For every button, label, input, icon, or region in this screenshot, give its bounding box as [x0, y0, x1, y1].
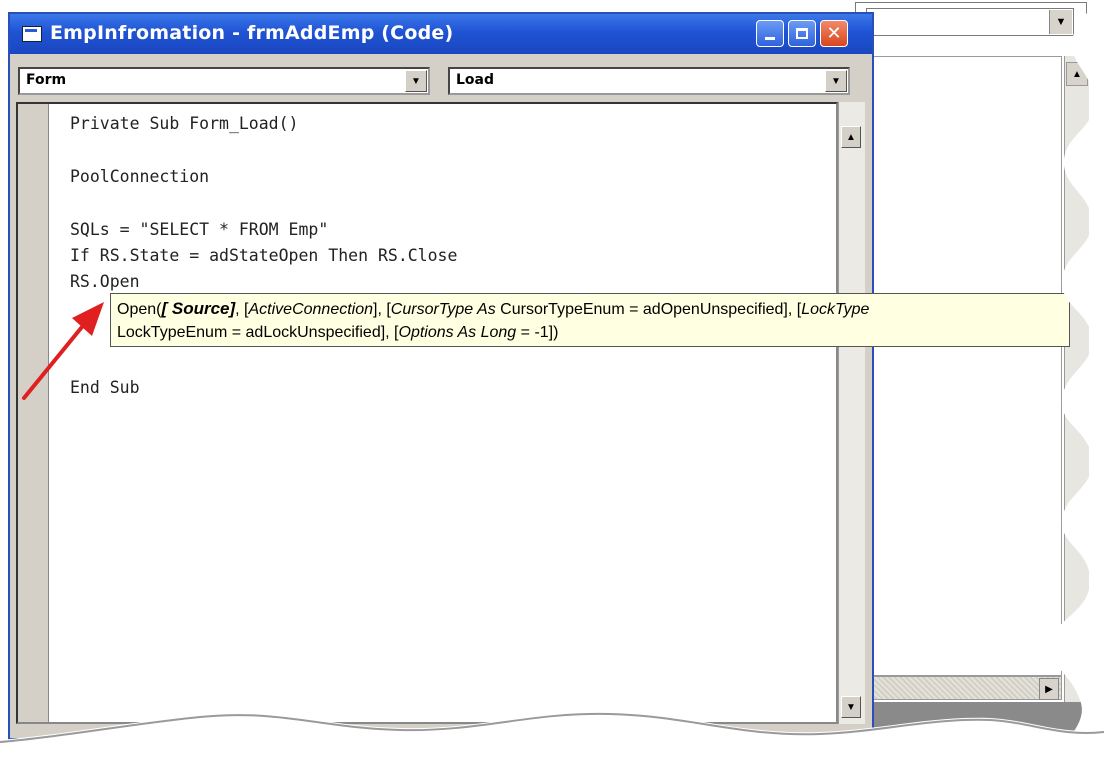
tooltip-param: CursorType As — [390, 301, 496, 318]
procedure-combo[interactable]: Load ▼ — [448, 67, 850, 95]
dropdown-arrow-icon[interactable]: ▼ — [405, 70, 427, 92]
combo-bar: Form ▼ Load ▼ — [10, 54, 872, 102]
minimize-icon — [765, 37, 775, 40]
minimize-button[interactable] — [756, 20, 784, 47]
object-combo-value: Form — [26, 72, 67, 88]
scroll-up-icon[interactable]: ▲ — [841, 126, 861, 148]
tooltip-line-1: Open([ Source], [ActiveConnection], [Cur… — [117, 297, 1069, 321]
tooltip-param: LockType — [801, 301, 870, 318]
code-line[interactable]: PoolConnection — [70, 167, 209, 186]
title-bar[interactable]: EmpInfromation - frmAddEmp (Code) ✕ — [10, 14, 872, 54]
code-line[interactable]: SQLs = "SELECT * FROM Emp" — [70, 220, 328, 239]
tooltip-line-2: LockTypeEnum = adLockUnspecified], [Opti… — [117, 321, 1069, 344]
tooltip-text: ], [ — [373, 301, 391, 318]
code-window: EmpInfromation - frmAddEmp (Code) ✕ Form… — [8, 12, 874, 740]
editor-margin[interactable] — [18, 104, 49, 722]
close-button[interactable]: ✕ — [820, 20, 848, 47]
code-line[interactable]: End Sub — [70, 378, 140, 397]
background-vertical-scrollbar[interactable]: ▲ — [1064, 56, 1089, 706]
background-pane — [866, 56, 1062, 676]
tooltip-text: , [ — [235, 301, 249, 318]
object-combo[interactable]: Form ▼ — [18, 67, 430, 95]
code-line[interactable]: If RS.State = adStateOpen Then RS.Close — [70, 246, 457, 265]
maximize-icon — [796, 28, 808, 39]
background-horizontal-scrollbar[interactable]: ▶ — [866, 676, 1062, 700]
maximize-button[interactable] — [788, 20, 816, 47]
dropdown-arrow-icon[interactable]: ▼ — [825, 70, 847, 92]
tooltip-param: ActiveConnection — [248, 301, 374, 318]
scroll-up-icon[interactable]: ▲ — [1066, 62, 1088, 86]
tooltip-text: CursorTypeEnum = adOpenUnspecified], [ — [495, 301, 802, 318]
background-combo[interactable]: ▼ — [866, 8, 1074, 36]
code-line[interactable]: RS.Open — [70, 272, 140, 291]
quick-info-tooltip: Open([ Source], [ActiveConnection], [Cur… — [110, 293, 1070, 347]
tooltip-text: = -1]) — [516, 324, 559, 341]
procedure-combo-value: Load — [456, 72, 495, 88]
code-editor[interactable]: Private Sub Form_Load() PoolConnection S… — [16, 102, 838, 724]
window-title: EmpInfromation - frmAddEmp (Code) — [50, 22, 454, 44]
scroll-down-icon[interactable]: ▼ — [841, 696, 861, 718]
scroll-right-icon[interactable]: ▶ — [1039, 678, 1059, 700]
dropdown-arrow-icon[interactable]: ▼ — [1049, 10, 1072, 34]
code-line[interactable]: Private Sub Form_Load() — [70, 114, 298, 133]
tooltip-current-param: [ Source] — [161, 299, 236, 318]
close-icon: ✕ — [826, 22, 842, 44]
window-icon[interactable] — [22, 26, 42, 42]
vertical-scrollbar[interactable]: ▲ ▼ — [838, 102, 865, 724]
tooltip-param: Options As Long — [398, 324, 517, 341]
background-gray-area — [870, 702, 1090, 732]
tooltip-text: LockTypeEnum = adLockUnspecified], [ — [117, 324, 399, 341]
tooltip-text: Open( — [117, 301, 162, 318]
